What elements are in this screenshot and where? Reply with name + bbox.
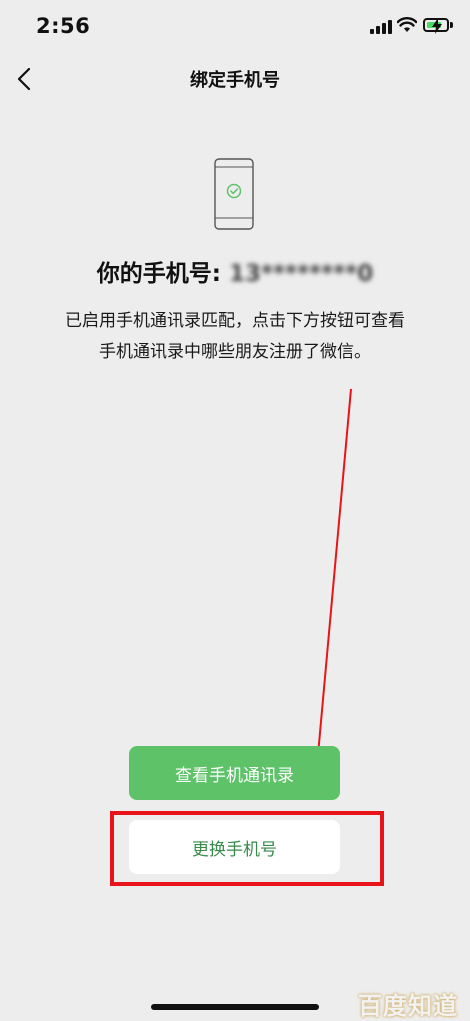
- phone-check-icon: [214, 158, 254, 230]
- description-line-2: 手机通讯录中哪些朋友注册了微信。: [99, 342, 371, 362]
- annotation-arrow-icon: [308, 388, 352, 789]
- battery-charging-icon: [423, 18, 449, 34]
- signal-icon: [370, 20, 392, 34]
- watermark: 百度知道: [358, 992, 458, 1020]
- home-indicator: [151, 1004, 319, 1010]
- view-contacts-button[interactable]: 查看手机通讯录: [129, 746, 340, 800]
- page-title: 绑定手机号: [190, 70, 280, 91]
- description: 已启用手机通讯录匹配，点击下方按钮可查看 手机通讯录中哪些朋友注册了微信。: [20, 306, 450, 368]
- annotation-highlight-box: [110, 811, 384, 886]
- description-line-1: 已启用手机通讯录匹配，点击下方按钮可查看: [65, 311, 405, 331]
- battery-cap: [450, 22, 453, 28]
- wifi-icon: [397, 17, 417, 32]
- phone-number-row: 你的手机号: 13********0: [0, 254, 470, 288]
- status-bar: 2:56: [0, 0, 470, 56]
- nav-bar: 绑定手机号: [0, 56, 470, 102]
- phone-number-value: 13********0: [228, 261, 374, 287]
- status-time: 2:56: [36, 14, 91, 38]
- phone-number-label: 你的手机号:: [96, 261, 221, 287]
